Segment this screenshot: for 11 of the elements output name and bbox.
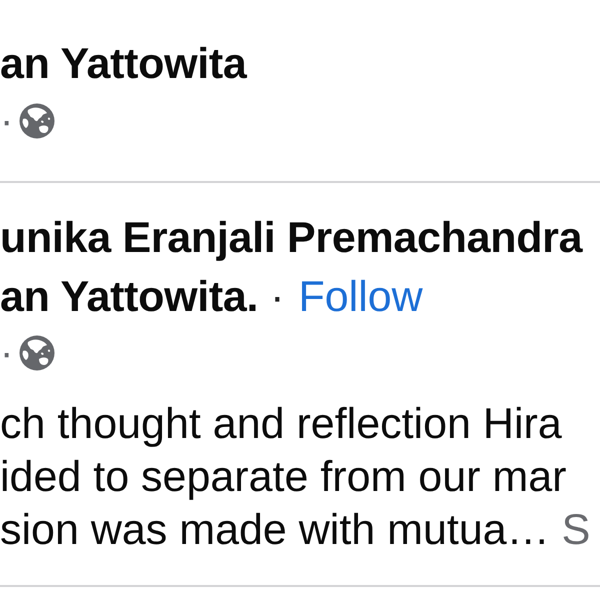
post-text: ch thought and reflection Hira ided to separate from our mar sion was made with mutua… S	[0, 399, 592, 556]
separator-dot: ·	[0, 103, 14, 139]
follow-link[interactable]: Follow	[298, 268, 423, 327]
globe-icon	[19, 103, 56, 139]
separator-dot: ·	[0, 335, 14, 371]
globe-icon	[19, 335, 56, 371]
author-name[interactable]: unika Eranjali Premachandra	[0, 209, 582, 268]
author-name[interactable]: an Yattowita	[0, 39, 247, 89]
separator-dot: ·	[270, 272, 284, 323]
tagged-name[interactable]: an Yattowita.	[0, 268, 258, 327]
see-more-link[interactable]: S	[562, 506, 590, 554]
